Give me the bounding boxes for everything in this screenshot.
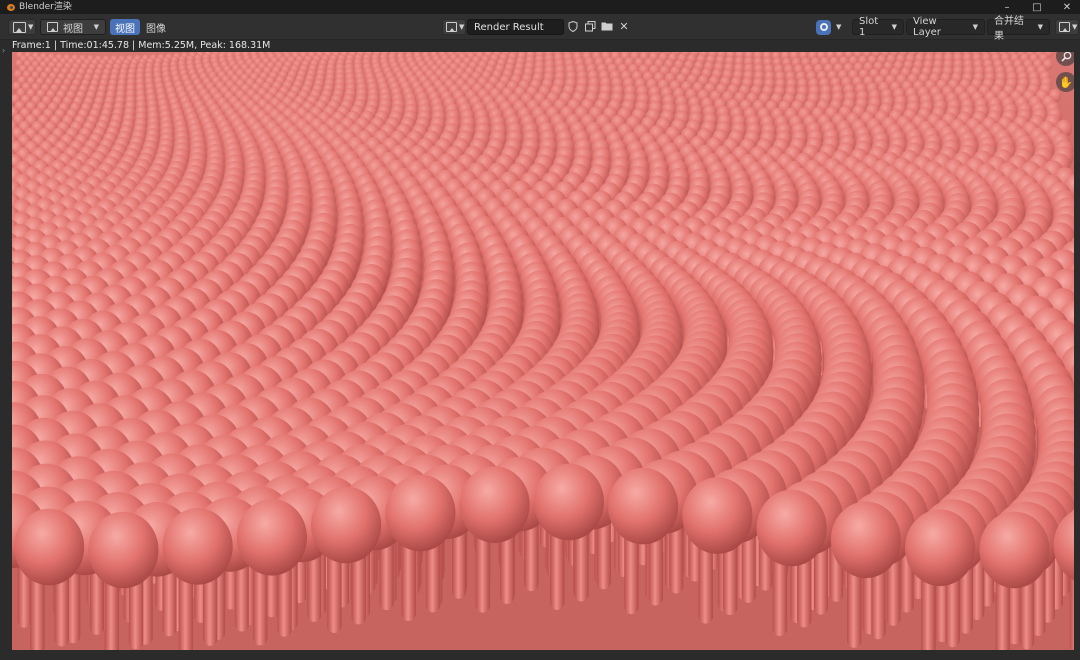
- chevron-down-icon: ▼: [972, 23, 978, 31]
- tab-view[interactable]: 视图: [110, 19, 140, 35]
- chevron-down-icon: ▼: [28, 23, 34, 31]
- menu-image[interactable]: 图像: [146, 19, 166, 35]
- slot-label: Slot 1: [859, 16, 879, 38]
- browse-image-button[interactable]: ▼: [442, 19, 466, 35]
- status-area: [0, 650, 1080, 660]
- editor-type-button[interactable]: ▼: [8, 19, 36, 35]
- folder-icon[interactable]: [600, 19, 614, 33]
- duplicate-icon[interactable]: [583, 19, 597, 33]
- image-name-field[interactable]: Render Result: [467, 19, 564, 35]
- hand-icon[interactable]: ✋: [1056, 72, 1074, 92]
- channels-icon: [1059, 22, 1070, 32]
- render-slot-icon: [816, 19, 831, 35]
- close-window-button[interactable]: ✕: [1052, 0, 1080, 14]
- image-display-icon: [47, 22, 58, 32]
- image-editor-header: ▼ 视图 ▼ 视图 图像 ▼ Render Result ✕ ▼ Slot 1 …: [0, 14, 1080, 42]
- render-info: Frame:1 | Time:01:45.78 | Mem:5.25M, Pea…: [12, 40, 271, 51]
- render-canvas: [12, 52, 1074, 650]
- render-pass-dropdown[interactable]: 合并结果 ▼: [987, 16, 1050, 42]
- view-layer-dropdown[interactable]: View Layer ▼: [906, 16, 985, 38]
- chevron-down-icon: ▼: [891, 23, 897, 31]
- view-layer-label: View Layer: [913, 16, 941, 38]
- chevron-down-icon: ▼: [1072, 23, 1078, 31]
- image-editor-icon: [13, 21, 26, 33]
- close-icon[interactable]: ✕: [617, 19, 631, 33]
- view-mode-label: 视图: [63, 23, 83, 35]
- chevron-down-icon: ▼: [93, 23, 99, 31]
- window-title: Blender渲染: [19, 2, 72, 12]
- render-pass-label: 合并结果: [994, 16, 1024, 42]
- image-browse-icon: [446, 22, 457, 32]
- expand-arrow-icon[interactable]: ›: [2, 46, 5, 55]
- render-slot-button[interactable]: ▼: [814, 19, 846, 35]
- chevron-down-icon: ▼: [459, 23, 465, 31]
- blender-logo-icon: [6, 2, 16, 12]
- chevron-down-icon: ▼: [836, 23, 842, 31]
- view-mode-dropdown[interactable]: 视图 ▼: [40, 19, 106, 35]
- render-result-image[interactable]: ✋: [12, 52, 1074, 650]
- title-bar: Blender渲染 – □ ✕: [0, 0, 1080, 14]
- shield-icon[interactable]: [566, 19, 580, 33]
- sidebar-gutter: [1074, 40, 1080, 660]
- chevron-down-icon: ▼: [1037, 23, 1043, 31]
- display-channels-button[interactable]: ▼: [1055, 19, 1079, 35]
- toolbar-gutter[interactable]: ›: [0, 40, 12, 660]
- slot-dropdown[interactable]: Slot 1 ▼: [852, 16, 904, 38]
